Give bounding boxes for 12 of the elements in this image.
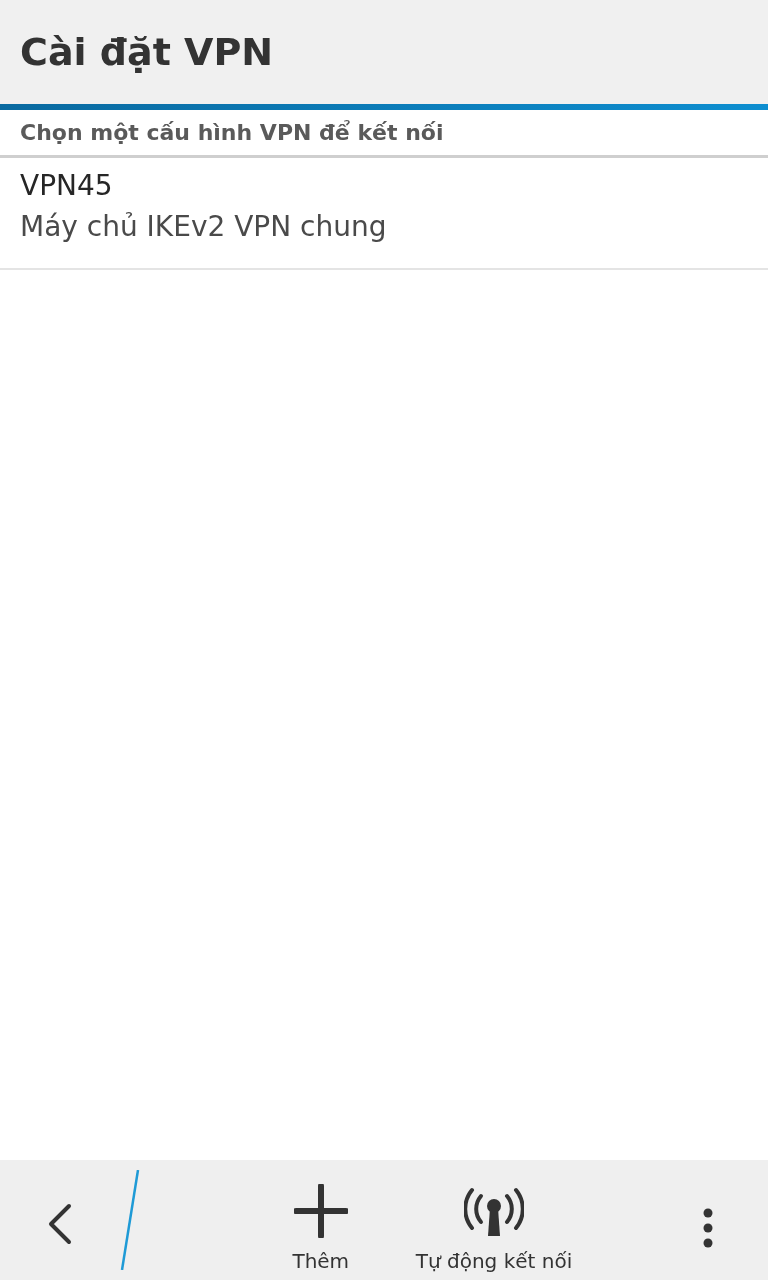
profile-name: VPN45 [20, 168, 114, 204]
page-title: Cài đặt VPN [20, 33, 274, 71]
vpn-profile-item[interactable]: VPN45 Máy chủ IKEv2 VPN chung [0, 158, 768, 270]
plus-icon [293, 1184, 348, 1238]
menu-icon [702, 1208, 714, 1248]
section-header: Chọn một cấu hình VPN để kết nối [0, 110, 768, 158]
action-button[interactable]: Tự động kết nối [415, 1160, 573, 1280]
antenna-icon [464, 1186, 524, 1238]
action-button[interactable]: Thêm [245, 1160, 396, 1280]
back-chevron-icon [47, 1203, 73, 1245]
separator-icon [120, 1170, 140, 1270]
profile-description: Máy chủ IKEv2 VPN chung [20, 209, 388, 245]
